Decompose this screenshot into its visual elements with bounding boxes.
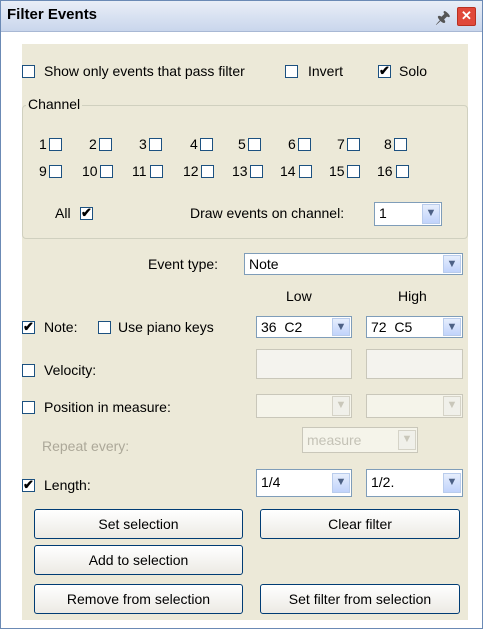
- channel-label: 8: [384, 136, 392, 152]
- position-in-measure-label: Position in measure:: [44, 399, 171, 415]
- event-type-label: Event type:: [148, 256, 219, 272]
- chevron-down-icon[interactable]: ▼: [332, 318, 350, 336]
- length-high-select[interactable]: 1/2. ▼: [366, 469, 463, 497]
- close-icon[interactable]: ✕: [457, 7, 476, 26]
- window-title: Filter Events: [7, 6, 98, 23]
- velocity-label: Velocity:: [44, 362, 97, 378]
- use-piano-keys-checkbox[interactable]: [98, 321, 111, 334]
- high-header: High: [398, 288, 427, 304]
- title-bar[interactable]: Filter Events 🖈 ✕: [1, 1, 482, 32]
- solo-checkbox[interactable]: [378, 63, 391, 79]
- channel-label: 2: [89, 136, 97, 152]
- channel-label: 13: [232, 163, 248, 179]
- note-low-select[interactable]: 36 C2 ▼: [256, 316, 352, 338]
- velocity-checkbox[interactable]: [22, 364, 35, 377]
- event-type-value: Note: [249, 256, 279, 272]
- event-type-select[interactable]: Note ▼: [244, 253, 463, 275]
- solo-label: Solo: [399, 63, 428, 79]
- channel-label: 11: [132, 163, 147, 179]
- clear-filter-button[interactable]: Clear filter: [260, 509, 460, 539]
- use-piano-keys-label: Use piano keys: [118, 319, 214, 335]
- note-low-value: 36 C2: [261, 319, 303, 335]
- note-high-value: 72 C5: [371, 319, 413, 335]
- repeat-every-label: Repeat every:: [42, 438, 130, 454]
- channel-checkbox[interactable]: [250, 165, 263, 178]
- chevron-down-icon[interactable]: ▼: [422, 204, 440, 224]
- channel-checkbox[interactable]: [299, 165, 312, 178]
- channel-label: 1: [39, 136, 47, 152]
- chevron-down-icon: ▼: [398, 430, 416, 450]
- length-high-value: 1/2.: [371, 474, 395, 490]
- set-filter-from-selection-button[interactable]: Set filter from selection: [260, 584, 460, 614]
- chevron-down-icon: ▼: [443, 396, 461, 416]
- channel-label: 3: [139, 136, 147, 152]
- channel-label: 5: [238, 136, 246, 152]
- channel-checkbox[interactable]: [49, 138, 62, 151]
- channel-checkbox[interactable]: [200, 138, 213, 151]
- channel-label: 14: [280, 163, 296, 179]
- channel-checkbox[interactable]: [248, 138, 261, 151]
- channel-checkbox[interactable]: [100, 165, 113, 178]
- show-only-label: Show only events that pass filter: [44, 63, 245, 79]
- all-channels-checkbox[interactable]: [80, 205, 93, 221]
- remove-from-selection-button[interactable]: Remove from selection: [34, 584, 243, 614]
- repeat-every-select: measure ▼: [302, 427, 418, 453]
- position-low-select: ▼: [256, 394, 352, 418]
- length-low-value: 1/4: [261, 474, 281, 490]
- chevron-down-icon: ▼: [332, 396, 350, 416]
- channel-checkbox[interactable]: [396, 165, 409, 178]
- invert-checkbox[interactable]: [285, 65, 298, 78]
- chevron-down-icon[interactable]: ▼: [443, 318, 461, 336]
- channel-checkbox[interactable]: [347, 165, 360, 178]
- set-selection-button[interactable]: Set selection: [34, 509, 243, 539]
- channel-checkbox[interactable]: [394, 138, 407, 151]
- channel-label: 9: [39, 163, 47, 179]
- all-channels-label: All: [55, 205, 71, 221]
- length-checkbox[interactable]: [22, 477, 35, 493]
- draw-events-label: Draw events on channel:: [190, 205, 345, 221]
- draw-channel-select[interactable]: 1 ▼: [374, 202, 442, 226]
- position-in-measure-checkbox[interactable]: [22, 401, 35, 414]
- channel-checkbox[interactable]: [201, 165, 214, 178]
- add-to-selection-button[interactable]: Add to selection: [34, 545, 243, 575]
- velocity-low-field: [256, 349, 352, 379]
- channel-label: 16: [377, 163, 393, 179]
- channel-checkbox[interactable]: [347, 138, 360, 151]
- channel-group-title: Channel: [26, 96, 83, 112]
- low-header: Low: [286, 288, 312, 304]
- length-label: Length:: [44, 477, 91, 493]
- invert-label: Invert: [308, 63, 344, 79]
- channel-checkbox[interactable]: [49, 165, 62, 178]
- note-label: Note:: [44, 319, 78, 335]
- channel-label: 7: [337, 136, 345, 152]
- channel-checkbox[interactable]: [99, 138, 112, 151]
- chevron-down-icon[interactable]: ▼: [443, 473, 461, 493]
- channel-label: 15: [329, 163, 345, 179]
- draw-channel-value: 1: [379, 205, 387, 221]
- velocity-high-field: [366, 349, 463, 379]
- channel-label: 6: [288, 136, 296, 152]
- channel-label: 12: [183, 163, 199, 179]
- dialog-body: Show only events that pass filter Invert…: [22, 44, 468, 620]
- show-only-checkbox[interactable]: [22, 65, 35, 78]
- channel-checkbox[interactable]: [149, 138, 162, 151]
- channel-checkbox[interactable]: [150, 165, 163, 178]
- chevron-down-icon[interactable]: ▼: [332, 473, 350, 493]
- chevron-down-icon[interactable]: ▼: [443, 255, 461, 273]
- channel-label: 4: [190, 136, 198, 152]
- repeat-every-value: measure: [307, 432, 362, 448]
- channel-label: 10: [82, 163, 98, 179]
- note-high-select[interactable]: 72 C5 ▼: [366, 316, 463, 338]
- position-high-select: ▼: [366, 394, 463, 418]
- note-checkbox[interactable]: [22, 319, 35, 335]
- channel-checkbox[interactable]: [298, 138, 311, 151]
- length-low-select[interactable]: 1/4 ▼: [256, 469, 352, 497]
- pin-icon[interactable]: 🖈: [435, 5, 451, 34]
